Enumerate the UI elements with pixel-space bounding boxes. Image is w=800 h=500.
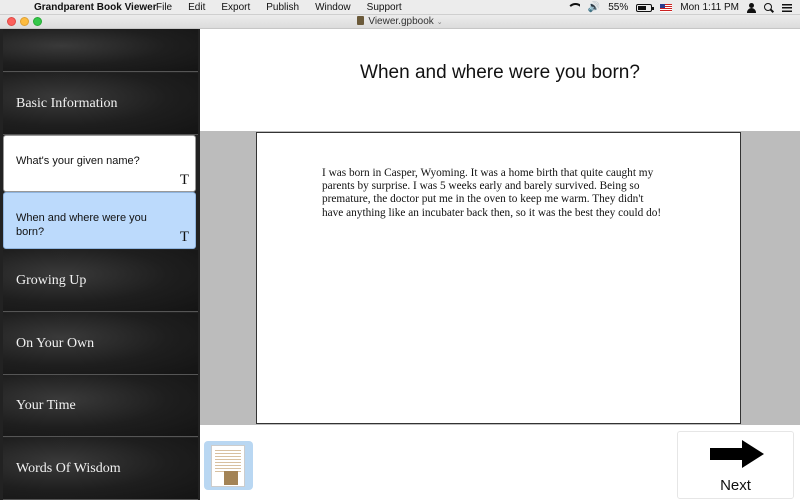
next-button[interactable]: Next — [677, 431, 794, 499]
sidebar: Basic Information What's your given name… — [0, 29, 200, 500]
battery-icon[interactable] — [636, 3, 655, 12]
menu-file[interactable]: File — [156, 0, 172, 15]
sidebar-section-top[interactable] — [3, 29, 198, 72]
menu-list: File Edit Export Publish Window Support — [156, 0, 418, 15]
question-header: When and where were you born? — [200, 29, 800, 131]
system-menu-bar: Grandparent Book Viewer File Edit Export… — [0, 0, 800, 15]
clock[interactable]: Mon 1:11 PM — [680, 0, 739, 15]
app-name-menu[interactable]: Grandparent Book Viewer — [34, 0, 157, 15]
sidebar-section-label: Growing Up — [16, 272, 87, 288]
book-page: I was born in Casper, Wyoming. It was a … — [256, 132, 741, 424]
page-thumbnail[interactable] — [204, 441, 253, 490]
answer-text[interactable]: I was born in Casper, Wyoming. It was a … — [322, 167, 667, 220]
sidebar-section-your-time[interactable]: Your Time — [3, 375, 198, 437]
window-title[interactable]: Viewer.gpbook ⌄ — [0, 15, 800, 30]
search-icon[interactable] — [764, 2, 774, 13]
sidebar-section-words-of-wisdom[interactable]: Words Of Wisdom — [3, 438, 198, 500]
question-given-name[interactable]: What's your given name? T — [3, 135, 196, 192]
sidebar-section-basic-information[interactable]: Basic Information — [3, 73, 198, 135]
sidebar-section-label: Basic Information — [16, 95, 118, 111]
question-title: When and where were you born? — [360, 62, 640, 83]
sidebar-section-label: Words Of Wisdom — [16, 460, 121, 476]
sidebar-section-growing-up[interactable]: Growing Up — [3, 250, 198, 312]
volume-icon[interactable]: 🔊 — [588, 0, 600, 15]
text-type-icon: T — [179, 229, 189, 245]
chevron-down-icon: ⌄ — [436, 19, 443, 26]
us-flag-icon[interactable] — [660, 3, 673, 12]
text-type-icon: T — [179, 172, 189, 188]
menu-publish[interactable]: Publish — [266, 0, 299, 15]
wifi-icon[interactable] — [566, 3, 580, 12]
question-label: What's your given name? — [16, 155, 140, 167]
menu-support[interactable]: Support — [367, 0, 402, 15]
page-canvas-area: I was born in Casper, Wyoming. It was a … — [200, 131, 800, 425]
menu-export[interactable]: Export — [221, 0, 250, 15]
document-icon — [357, 16, 365, 25]
menu-window[interactable]: Window — [315, 0, 351, 15]
user-icon[interactable] — [747, 2, 756, 13]
sidebar-section-label: On Your Own — [16, 335, 95, 351]
battery-percent[interactable]: 55% — [608, 0, 628, 15]
bottom-bar: Next — [200, 425, 800, 500]
question-when-where-born[interactable]: When and where were you born? T — [3, 192, 196, 249]
question-label: When and where were you born? — [16, 212, 147, 238]
list-icon[interactable] — [782, 3, 792, 12]
arrow-right-icon — [710, 440, 764, 468]
document-preview-icon — [211, 445, 245, 487]
menu-edit[interactable]: Edit — [188, 0, 205, 15]
next-button-label: Next — [720, 477, 751, 494]
status-area: 🔊 55% Mon 1:11 PM — [566, 0, 792, 15]
sidebar-section-on-your-own[interactable]: On Your Own — [3, 313, 198, 375]
window-title-bar: Viewer.gpbook ⌄ — [0, 15, 800, 29]
sidebar-section-label: Your Time — [16, 397, 76, 413]
window-title-text: Viewer.gpbook — [368, 16, 434, 27]
